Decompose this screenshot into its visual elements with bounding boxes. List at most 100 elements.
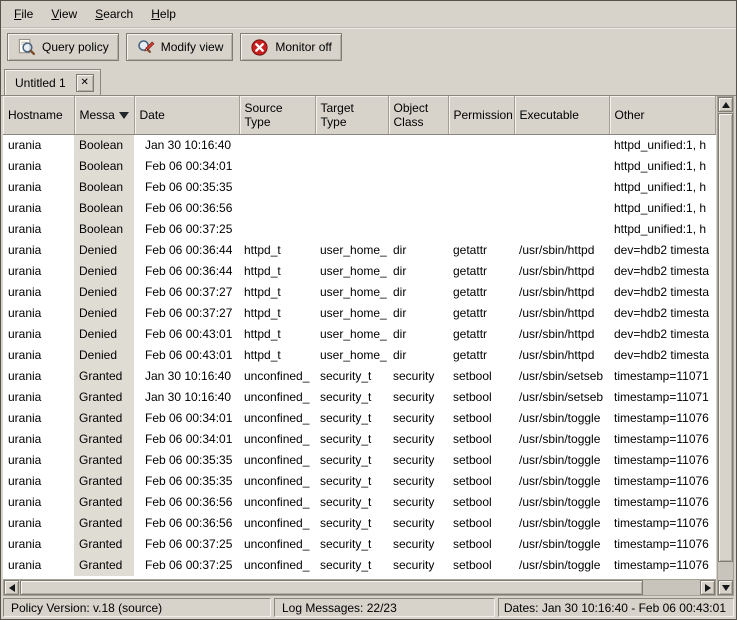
menubar: File View Search Help <box>1 1 736 28</box>
log-row[interactable]: uraniaGrantedFeb 06 00:34:01unconfined_s… <box>3 408 716 429</box>
log-cell <box>514 134 609 156</box>
log-cell: security_t <box>315 429 388 450</box>
log-row[interactable]: uraniaGrantedFeb 06 00:35:35unconfined_s… <box>3 471 716 492</box>
log-cell: dev=hdb2 timesta <box>609 282 716 303</box>
log-cell: Feb 06 00:35:35 <box>134 450 239 471</box>
log-cell: setbool <box>448 555 514 576</box>
log-table-body: uraniaBooleanJan 30 10:16:40httpd_unifie… <box>3 134 716 576</box>
monitor-off-button[interactable]: Monitor off <box>240 33 341 61</box>
log-cell: Granted <box>74 534 134 555</box>
column-header-other[interactable]: Other <box>609 96 716 134</box>
vertical-scrollbar[interactable] <box>717 96 734 596</box>
log-cell <box>239 198 315 219</box>
log-row[interactable]: uraniaDeniedFeb 06 00:43:01httpd_tuser_h… <box>3 345 716 366</box>
log-row[interactable]: uraniaGrantedFeb 06 00:36:56unconfined_s… <box>3 492 716 513</box>
log-cell: httpd_t <box>239 261 315 282</box>
log-row[interactable]: uraniaGrantedFeb 06 00:35:35unconfined_s… <box>3 450 716 471</box>
log-cell: /usr/sbin/toggle <box>514 492 609 513</box>
log-cell: user_home_ <box>315 282 388 303</box>
log-row[interactable]: uraniaGrantedFeb 06 00:36:56unconfined_s… <box>3 513 716 534</box>
scroll-left-button[interactable] <box>4 580 19 595</box>
log-cell: Boolean <box>74 156 134 177</box>
log-cell: Jan 30 10:16:40 <box>134 366 239 387</box>
log-row[interactable]: uraniaBooleanFeb 06 00:34:01httpd_unifie… <box>3 156 716 177</box>
modify-view-button[interactable]: Modify view <box>126 33 234 61</box>
scroll-up-button[interactable] <box>718 97 733 112</box>
log-cell: timestamp=11076 <box>609 555 716 576</box>
log-cell <box>239 177 315 198</box>
log-table-viewport: HostnameMessaDateSource TypeTarget TypeO… <box>3 96 716 579</box>
log-cell: setbool <box>448 492 514 513</box>
column-header-hostname[interactable]: Hostname <box>3 96 74 134</box>
log-cell: dir <box>388 303 448 324</box>
log-cell: urania <box>3 555 74 576</box>
log-cell: user_home_ <box>315 261 388 282</box>
column-header-date[interactable]: Date <box>134 96 239 134</box>
tab-untitled-1[interactable]: Untitled 1 ✕ <box>4 69 101 95</box>
log-cell: timestamp=11076 <box>609 471 716 492</box>
log-cell: dir <box>388 324 448 345</box>
log-cell: dev=hdb2 timesta <box>609 345 716 366</box>
column-header-source-type[interactable]: Source Type <box>239 96 315 134</box>
log-row[interactable]: uraniaGrantedFeb 06 00:37:25unconfined_s… <box>3 555 716 576</box>
log-cell: dir <box>388 345 448 366</box>
log-row[interactable]: uraniaGrantedFeb 06 00:34:01unconfined_s… <box>3 429 716 450</box>
tab-close-button[interactable]: ✕ <box>76 74 94 92</box>
log-cell: Denied <box>74 240 134 261</box>
log-row[interactable]: uraniaBooleanFeb 06 00:37:25httpd_unifie… <box>3 219 716 240</box>
log-cell: urania <box>3 240 74 261</box>
menu-view[interactable]: View <box>42 3 86 25</box>
horizontal-scrollbar[interactable] <box>3 579 716 596</box>
log-cell: unconfined_ <box>239 429 315 450</box>
arrow-down-icon <box>722 585 730 591</box>
horizontal-scroll-thumb[interactable] <box>20 580 643 595</box>
column-header-label: Other <box>615 108 645 122</box>
log-cell: security_t <box>315 366 388 387</box>
log-row[interactable]: uraniaDeniedFeb 06 00:36:44httpd_tuser_h… <box>3 261 716 282</box>
menu-file[interactable]: File <box>5 3 42 25</box>
log-cell: /usr/sbin/toggle <box>514 471 609 492</box>
log-cell <box>315 198 388 219</box>
log-row[interactable]: uraniaDeniedFeb 06 00:37:27httpd_tuser_h… <box>3 282 716 303</box>
log-cell: urania <box>3 303 74 324</box>
log-cell: /usr/sbin/toggle <box>514 555 609 576</box>
scroll-down-button[interactable] <box>718 580 733 595</box>
column-header-object-class[interactable]: Object Class <box>388 96 448 134</box>
log-cell: getattr <box>448 303 514 324</box>
vertical-scroll-thumb[interactable] <box>718 113 733 562</box>
log-row[interactable]: uraniaBooleanFeb 06 00:36:56httpd_unifie… <box>3 198 716 219</box>
column-header-messa[interactable]: Messa <box>74 96 134 134</box>
arrow-left-icon <box>9 584 15 592</box>
log-row[interactable]: uraniaDeniedFeb 06 00:37:27httpd_tuser_h… <box>3 303 716 324</box>
log-cell: unconfined_ <box>239 513 315 534</box>
log-cell: urania <box>3 534 74 555</box>
log-row[interactable]: uraniaGrantedJan 30 10:16:40unconfined_s… <box>3 366 716 387</box>
log-cell: unconfined_ <box>239 534 315 555</box>
query-policy-button[interactable]: Query policy <box>7 33 119 61</box>
log-cell <box>388 198 448 219</box>
log-row[interactable]: uraniaGrantedFeb 06 00:37:25unconfined_s… <box>3 534 716 555</box>
column-header-target-type[interactable]: Target Type <box>315 96 388 134</box>
log-row[interactable]: uraniaBooleanFeb 06 00:35:35httpd_unifie… <box>3 177 716 198</box>
log-row[interactable]: uraniaBooleanJan 30 10:16:40httpd_unifie… <box>3 134 716 156</box>
log-cell: security <box>388 534 448 555</box>
log-cell: unconfined_ <box>239 492 315 513</box>
column-header-label: Messa <box>80 108 115 122</box>
log-cell: security <box>388 387 448 408</box>
log-row[interactable]: uraniaGrantedJan 30 10:16:40unconfined_s… <box>3 387 716 408</box>
log-cell: security <box>388 366 448 387</box>
column-header-executable[interactable]: Executable <box>514 96 609 134</box>
log-cell: Boolean <box>74 134 134 156</box>
log-row[interactable]: uraniaDeniedFeb 06 00:36:44httpd_tuser_h… <box>3 240 716 261</box>
log-row[interactable]: uraniaDeniedFeb 06 00:43:01httpd_tuser_h… <box>3 324 716 345</box>
log-cell: /usr/sbin/toggle <box>514 408 609 429</box>
menu-help[interactable]: Help <box>142 3 185 25</box>
magnifier-edit-icon <box>136 38 155 57</box>
scroll-right-button[interactable] <box>700 580 715 595</box>
column-header-permission[interactable]: Permission <box>448 96 514 134</box>
log-cell: dev=hdb2 timesta <box>609 261 716 282</box>
query-policy-label: Query policy <box>42 40 109 54</box>
log-cell: urania <box>3 513 74 534</box>
log-cell: setbool <box>448 513 514 534</box>
menu-search[interactable]: Search <box>86 3 142 25</box>
